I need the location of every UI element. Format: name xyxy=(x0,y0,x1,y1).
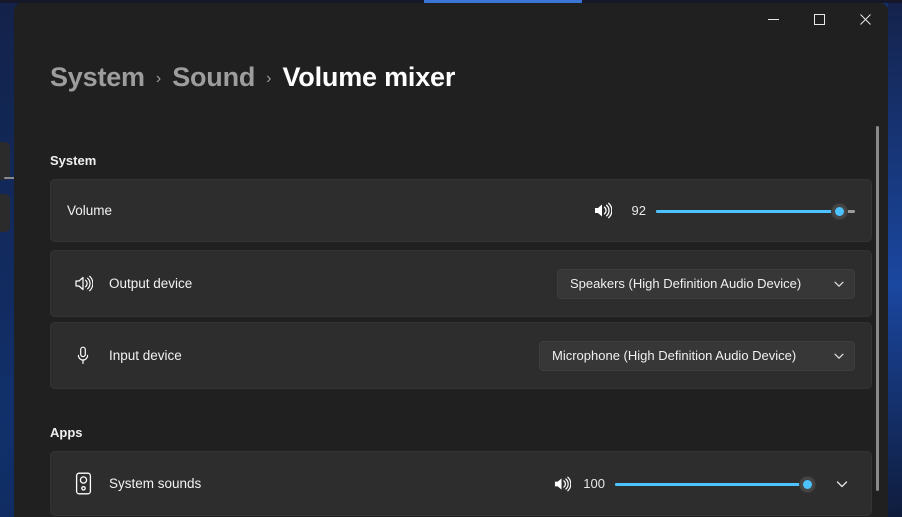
app-volume-value-system-sounds: 100 xyxy=(581,476,605,491)
speaker-icon xyxy=(67,275,99,292)
settings-content: System › Sound › Volume mixer System Vol… xyxy=(14,36,888,517)
volume-value: 92 xyxy=(622,203,646,218)
volume-slider-block: 92 xyxy=(593,202,855,220)
breadcrumb-item-volume-mixer: Volume mixer xyxy=(283,62,456,93)
app-slider-fill xyxy=(615,483,807,486)
chevron-down-icon xyxy=(833,278,845,290)
speaker-icon xyxy=(553,476,571,492)
breadcrumb-separator-1: › xyxy=(156,67,161,88)
app-row-system-sounds[interactable]: System sounds 100 xyxy=(50,451,872,516)
volume-slider-fill xyxy=(656,210,839,213)
chevron-down-icon xyxy=(833,350,845,362)
breadcrumb-item-system[interactable]: System xyxy=(50,62,145,93)
output-device-value: Speakers (High Definition Audio Device) xyxy=(570,276,801,291)
input-device-value: Microphone (High Definition Audio Device… xyxy=(552,348,796,363)
app-label-system-sounds: System sounds xyxy=(109,476,201,491)
volume-slider[interactable] xyxy=(656,202,855,220)
minimize-button[interactable] xyxy=(750,3,796,36)
app-volume-slider-system-sounds[interactable] xyxy=(615,475,807,493)
input-device-label: Input device xyxy=(109,348,182,363)
breadcrumb: System › Sound › Volume mixer xyxy=(50,62,455,93)
chevron-down-icon[interactable] xyxy=(829,477,855,491)
input-device-row[interactable]: Input device Microphone (High Definition… xyxy=(50,322,872,389)
background-window-item-2[interactable] xyxy=(0,194,10,232)
screen: System › Sound › Volume mixer System Vol… xyxy=(0,0,902,517)
volume-row: Volume 92 xyxy=(50,179,872,242)
caption-button-group xyxy=(750,3,888,36)
scrollbar-thumb[interactable] xyxy=(876,126,879,491)
section-header-system: System xyxy=(50,153,96,168)
maximize-icon xyxy=(814,14,825,25)
section-header-apps: Apps xyxy=(50,425,83,440)
app-slider-block-system-sounds: 100 xyxy=(553,475,855,493)
app-slider-thumb[interactable] xyxy=(799,476,816,493)
output-device-label: Output device xyxy=(109,276,192,291)
title-bar[interactable] xyxy=(14,3,888,36)
speaker-cabinet-icon xyxy=(67,472,99,495)
vertical-scrollbar[interactable] xyxy=(872,126,884,506)
speaker-icon xyxy=(593,202,612,219)
settings-window: System › Sound › Volume mixer System Vol… xyxy=(14,3,888,517)
close-button[interactable] xyxy=(842,3,888,36)
breadcrumb-item-sound[interactable]: Sound xyxy=(172,62,255,93)
output-device-dropdown[interactable]: Speakers (High Definition Audio Device) xyxy=(557,269,855,299)
close-icon xyxy=(860,14,871,25)
input-device-dropdown[interactable]: Microphone (High Definition Audio Device… xyxy=(539,341,855,371)
volume-label: Volume xyxy=(67,203,112,218)
volume-slider-thumb[interactable] xyxy=(831,203,848,220)
minimize-icon xyxy=(768,14,779,25)
maximize-button[interactable] xyxy=(796,3,842,36)
background-window-item-1[interactable] xyxy=(0,142,10,180)
microphone-icon xyxy=(67,346,99,365)
desktop-right-edge xyxy=(888,0,902,517)
breadcrumb-separator-2: › xyxy=(266,67,271,88)
output-device-row[interactable]: Output device Speakers (High Definition … xyxy=(50,250,872,317)
